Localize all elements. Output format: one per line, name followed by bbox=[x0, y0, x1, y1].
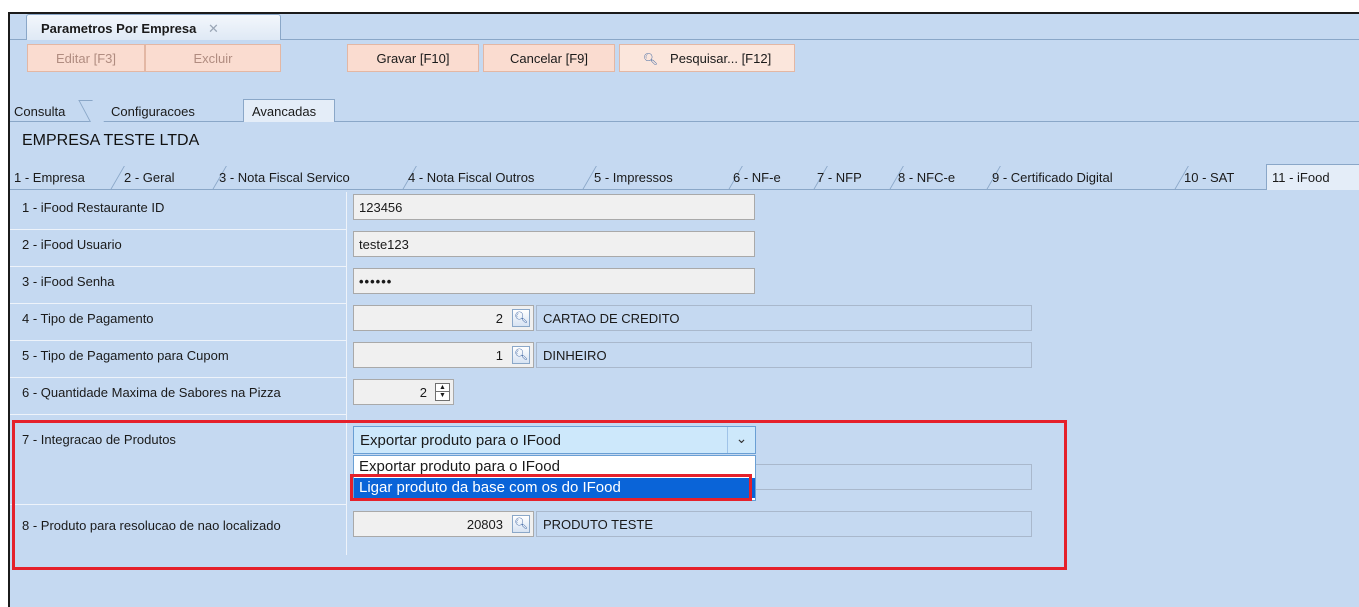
tab-ifood[interactable]: 11 - iFood bbox=[1272, 170, 1330, 185]
main-window: Parametros Por Empresa ✕ Editar [F3] Exc… bbox=[8, 12, 1359, 607]
row-divider bbox=[10, 229, 346, 230]
lookup-icon[interactable]: 🔍︎ bbox=[512, 346, 530, 364]
max-flavors-label: 6 - Quantidade Maxima de Sabores na Pizz… bbox=[22, 385, 281, 400]
row-divider bbox=[10, 303, 346, 304]
search-button[interactable]: 🔍︎ Pesquisar... [F12] bbox=[619, 44, 795, 72]
coupon-payment-type-value: 1 bbox=[495, 348, 503, 363]
lookup-icon[interactable]: 🔍︎ bbox=[512, 309, 530, 327]
restaurant-id-label: 1 - iFood Restaurante ID bbox=[22, 200, 165, 215]
payment-type-value: 2 bbox=[495, 311, 503, 326]
row-divider bbox=[10, 377, 346, 378]
payment-type-label: 4 - Tipo de Pagamento bbox=[22, 311, 154, 326]
tab-nota-fiscal-outros[interactable]: 4 - Nota Fiscal Outros bbox=[408, 170, 534, 185]
tab-geral[interactable]: 2 - Geral bbox=[124, 170, 175, 185]
user-input[interactable]: teste123 bbox=[353, 231, 755, 257]
tab-sat[interactable]: 10 - SAT bbox=[1184, 170, 1234, 185]
search-button-label: Pesquisar... [F12] bbox=[670, 51, 772, 66]
search-icon: 🔍︎ bbox=[642, 52, 659, 66]
cancel-button[interactable]: Cancelar [F9] bbox=[483, 44, 615, 72]
spin-down-icon[interactable]: ▼ bbox=[436, 392, 449, 400]
payment-type-input[interactable]: 2 🔍︎ bbox=[353, 305, 534, 331]
password-input[interactable]: •••••• bbox=[353, 268, 755, 294]
window-tab[interactable]: Parametros Por Empresa ✕ bbox=[26, 14, 281, 40]
subtab-divider bbox=[78, 100, 104, 122]
row-divider bbox=[10, 340, 346, 341]
tab-divider bbox=[110, 166, 125, 190]
spin-up-icon[interactable]: ▲ bbox=[436, 384, 449, 392]
tab-certificado-digital[interactable]: 9 - Certificado Digital bbox=[992, 170, 1113, 185]
tab-impressos[interactable]: 5 - Impressos bbox=[594, 170, 673, 185]
subtab-configuracoes[interactable]: Configuracoes bbox=[111, 100, 195, 122]
row-divider bbox=[10, 266, 346, 267]
password-label: 3 - iFood Senha bbox=[22, 274, 115, 289]
spin-buttons[interactable]: ▲ ▼ bbox=[435, 383, 450, 401]
window-tab-title: Parametros Por Empresa bbox=[41, 21, 197, 36]
max-flavors-stepper[interactable]: 2 ▲ ▼ bbox=[353, 379, 454, 405]
coupon-payment-type-label: 5 - Tipo de Pagamento para Cupom bbox=[22, 348, 229, 363]
company-name: EMPRESA TESTE LTDA bbox=[22, 132, 200, 149]
close-icon[interactable]: ✕ bbox=[208, 21, 219, 36]
max-flavors-value: 2 bbox=[419, 385, 427, 400]
subtabs: Consulta Configuracoes Avancadas bbox=[10, 100, 1359, 122]
tab-nfce[interactable]: 8 - NFC-e bbox=[898, 170, 955, 185]
user-label: 2 - iFood Usuario bbox=[22, 237, 122, 252]
delete-button[interactable]: Excluir bbox=[145, 44, 281, 72]
tab-nota-fiscal-servico[interactable]: 3 - Nota Fiscal Servico bbox=[219, 170, 350, 185]
form-tabs: 1 - Empresa 2 - Geral 3 - Nota Fiscal Se… bbox=[10, 166, 1359, 190]
tab-nfp[interactable]: 7 - NFP bbox=[817, 170, 862, 185]
tab-empresa[interactable]: 1 - Empresa bbox=[14, 170, 85, 185]
tab-nfe[interactable]: 6 - NF-e bbox=[733, 170, 781, 185]
row-divider bbox=[10, 414, 346, 415]
coupon-payment-type-input[interactable]: 1 🔍︎ bbox=[353, 342, 534, 368]
save-button[interactable]: Gravar [F10] bbox=[347, 44, 479, 72]
subtab-consulta[interactable]: Consulta bbox=[14, 100, 65, 122]
subtab-avancadas[interactable]: Avancadas bbox=[252, 100, 316, 122]
edit-button[interactable]: Editar [F3] bbox=[27, 44, 145, 72]
annotation-highlight-box bbox=[12, 420, 1067, 570]
restaurant-id-input[interactable]: 123456 bbox=[353, 194, 755, 220]
coupon-payment-type-description: DINHEIRO bbox=[536, 342, 1032, 368]
payment-type-description: CARTAO DE CREDITO bbox=[536, 305, 1032, 331]
